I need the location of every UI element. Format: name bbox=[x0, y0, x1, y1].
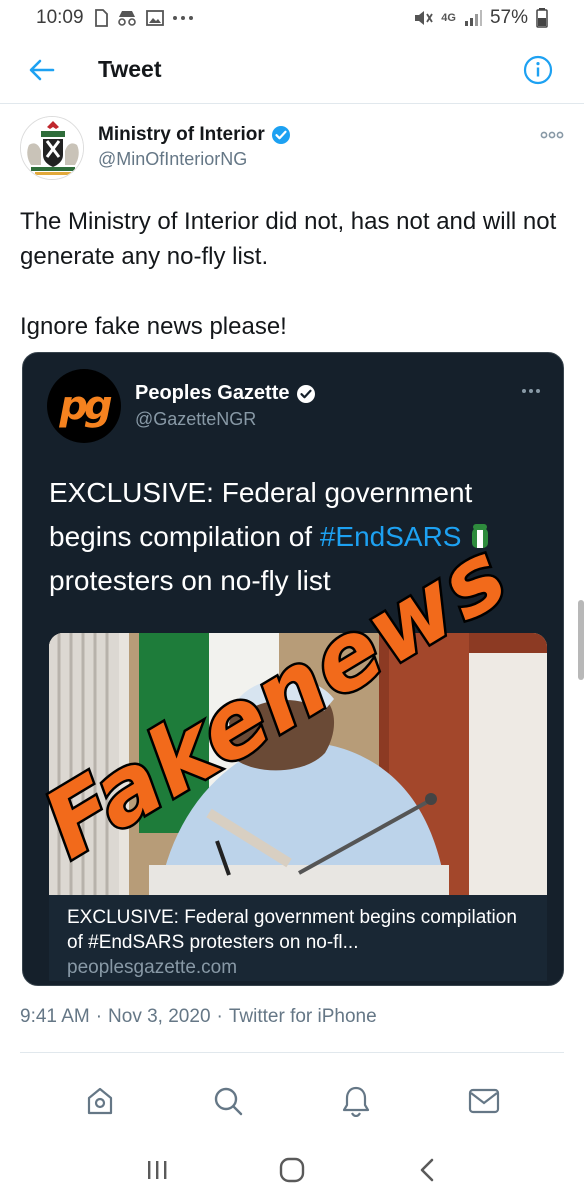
separator-dot: · bbox=[216, 1006, 223, 1027]
quoted-tweet-card[interactable]: pg Peoples Gazette @GazetteNGR EXCLUSIVE… bbox=[22, 352, 564, 986]
more-dots-icon bbox=[522, 389, 540, 393]
page-title: Tweet bbox=[98, 56, 162, 82]
bottom-tab-bar bbox=[0, 1068, 584, 1134]
android-nav-bar bbox=[0, 1140, 584, 1200]
author-name[interactable]: Ministry of Interior bbox=[98, 124, 265, 146]
tweet-client-link[interactable]: Twitter for iPhone bbox=[229, 1006, 377, 1027]
tweet-timestamp: 9:41 AM · Nov 3, 2020 · Twitter for iPhone bbox=[20, 1006, 377, 1028]
more-dots-icon bbox=[540, 131, 564, 139]
tweet-text-paragraph: The Ministry of Interior did not, has no… bbox=[20, 208, 557, 270]
recents-icon bbox=[148, 1161, 167, 1179]
link-preview-domain: peoplesgazette.com bbox=[67, 957, 238, 978]
tweet-date: Nov 3, 2020 bbox=[108, 1006, 211, 1027]
status-time: 10:09 bbox=[36, 7, 84, 28]
more-notifications-icon bbox=[172, 16, 193, 20]
tab-notifications[interactable] bbox=[326, 1071, 386, 1131]
home-nav-button[interactable] bbox=[267, 1145, 317, 1195]
tweet-text-paragraph: Ignore fake news please! bbox=[20, 313, 287, 340]
search-icon bbox=[214, 1087, 243, 1116]
messages-envelope-icon bbox=[468, 1088, 500, 1114]
battery-percent: 57% bbox=[489, 7, 528, 28]
back-button[interactable] bbox=[12, 40, 72, 100]
tab-home[interactable] bbox=[70, 1071, 130, 1131]
quoted-text-end: protesters on no-fly list bbox=[49, 565, 331, 596]
tab-search[interactable] bbox=[198, 1071, 258, 1131]
incognito-icon bbox=[117, 11, 136, 26]
separator-dot: · bbox=[95, 1006, 103, 1027]
mute-icon bbox=[415, 11, 434, 25]
link-preview[interactable]: EXCLUSIVE: Federal government begins com… bbox=[49, 895, 547, 981]
status-bar: 10:09 4G 57% bbox=[0, 0, 584, 36]
quoted-avatar-logo: pg bbox=[59, 383, 112, 429]
app-header: Tweet bbox=[0, 36, 584, 104]
quoted-author: pg Peoples Gazette @GazetteNGR bbox=[47, 369, 316, 443]
tweet-author: Ministry of Interior @MinOfInteriorNG bbox=[20, 116, 564, 186]
scrollbar-thumb[interactable] bbox=[578, 600, 584, 680]
arrow-left-icon bbox=[29, 59, 55, 80]
tab-messages[interactable] bbox=[454, 1071, 514, 1131]
info-icon bbox=[523, 55, 553, 84]
tweet-time: 9:41 AM bbox=[20, 1006, 90, 1027]
home-circle-icon bbox=[279, 1157, 305, 1183]
link-preview-title: EXCLUSIVE: Federal government begins com… bbox=[67, 907, 517, 953]
back-nav-button[interactable] bbox=[402, 1145, 452, 1195]
verified-badge-icon bbox=[296, 384, 315, 403]
recents-button[interactable] bbox=[132, 1145, 182, 1195]
network-label: 4G bbox=[441, 11, 456, 24]
status-right: 4G 57% bbox=[413, 7, 548, 29]
divider bbox=[20, 1052, 564, 1053]
quoted-avatar[interactable]: pg bbox=[47, 369, 121, 443]
quoted-author-name[interactable]: Peoples Gazette bbox=[135, 382, 290, 405]
quoted-author-handle[interactable]: @GazetteNGR bbox=[135, 409, 316, 430]
quoted-more-button[interactable] bbox=[521, 381, 541, 399]
quoted-text: EXCLUSIVE: Federal government begins com… bbox=[49, 471, 537, 603]
notifications-bell-icon bbox=[342, 1086, 370, 1117]
sim-icon bbox=[94, 9, 108, 27]
signal-icon bbox=[464, 10, 482, 26]
author-avatar[interactable] bbox=[20, 116, 84, 180]
author-handle[interactable]: @MinOfInteriorNG bbox=[98, 149, 291, 170]
gallery-icon bbox=[145, 10, 164, 26]
back-chevron-icon bbox=[420, 1158, 433, 1182]
tweet-more-button[interactable] bbox=[540, 126, 564, 144]
hashtag-link[interactable]: #EndSARS bbox=[320, 521, 462, 552]
verified-badge-icon bbox=[271, 126, 290, 144]
photo-signing-document bbox=[49, 633, 547, 895]
quoted-media-image[interactable] bbox=[49, 633, 547, 895]
coat-of-arms-icon bbox=[21, 117, 83, 179]
info-button[interactable] bbox=[518, 50, 558, 90]
battery-icon bbox=[536, 8, 548, 28]
tweet-body: The Ministry of Interior did not, has no… bbox=[20, 204, 564, 344]
raised-fist-flag-icon bbox=[472, 524, 489, 548]
home-icon bbox=[87, 1087, 113, 1115]
status-notification-icons bbox=[94, 9, 194, 27]
